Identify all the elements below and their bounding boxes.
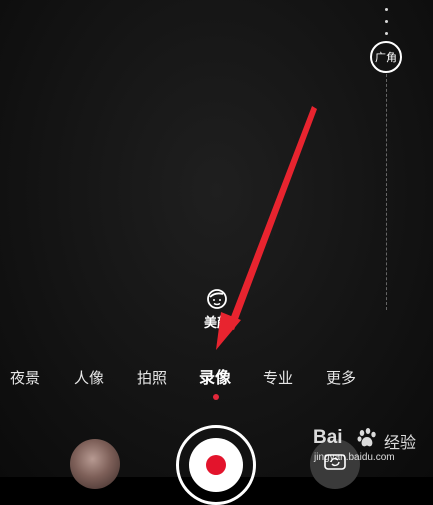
mode-selector: 夜景 人像 拍照 录像 专业 更多 — [0, 366, 433, 390]
selected-mode-indicator — [213, 394, 219, 400]
mode-portrait[interactable]: 人像 — [74, 366, 104, 390]
zoom-indicator-dots — [385, 8, 389, 38]
mode-more[interactable]: 更多 — [326, 366, 356, 390]
beauty-button[interactable]: 美颜 — [196, 288, 238, 334]
beauty-label: 美颜 — [203, 316, 230, 331]
record-button[interactable] — [176, 425, 256, 505]
zoom-dot — [385, 20, 388, 23]
mode-pro[interactable]: 专业 — [263, 366, 293, 390]
switch-camera-icon — [324, 454, 346, 470]
beauty-face-icon — [207, 289, 227, 309]
wide-angle-label: 广角 — [375, 51, 397, 64]
record-dot-icon — [206, 455, 226, 475]
wide-angle-button[interactable]: 广角 — [370, 41, 402, 73]
mode-night[interactable]: 夜景 — [10, 366, 40, 390]
zoom-dot — [385, 8, 388, 11]
camera-viewfinder[interactable] — [0, 0, 433, 477]
gallery-thumbnail[interactable] — [70, 439, 120, 489]
mode-video-selected[interactable]: 录像 — [199, 366, 231, 390]
zoom-dot — [385, 32, 388, 35]
zoom-track[interactable] — [386, 74, 388, 310]
switch-camera-button[interactable] — [310, 439, 360, 489]
mode-photo[interactable]: 拍照 — [137, 366, 167, 390]
